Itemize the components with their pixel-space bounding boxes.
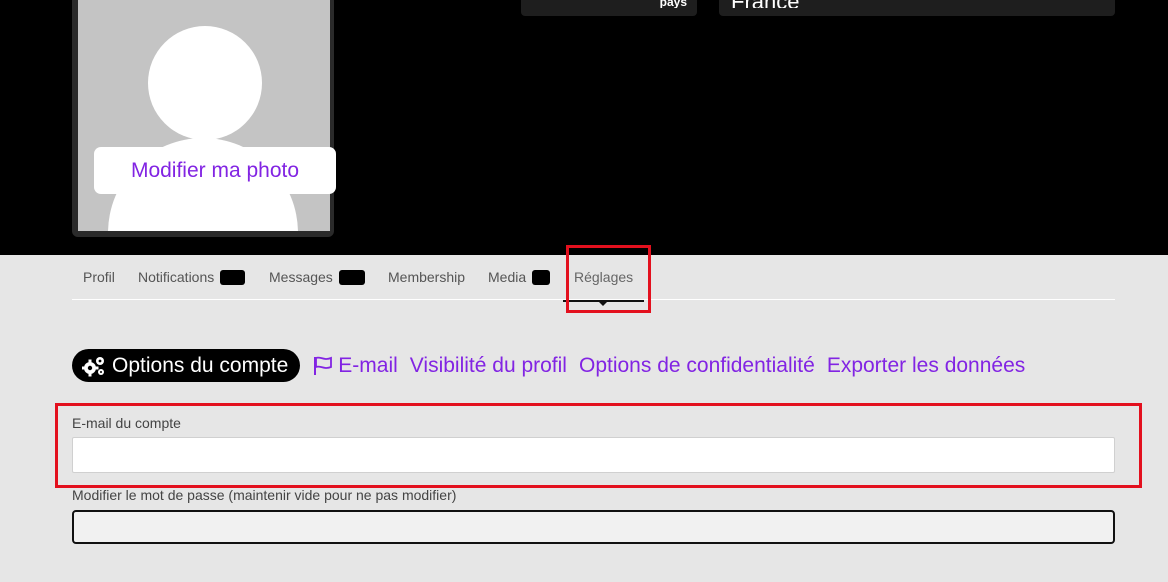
tab-label: Messages <box>269 269 333 285</box>
profile-tabs: Profil Notifications Messages Membership… <box>72 255 1115 302</box>
password-field-label: Modifier le mot de passe (maintenir vide… <box>72 487 457 503</box>
tab-label: Réglages <box>574 269 634 285</box>
tab-label: Media <box>488 269 527 285</box>
tab-profil[interactable]: Profil <box>72 255 126 299</box>
media-count-badge <box>532 269 551 285</box>
tab-messages[interactable]: Messages <box>258 255 376 299</box>
account-options-label: Options du compte <box>112 353 289 377</box>
email-field-label: E-mail du compte <box>72 415 181 431</box>
messages-count-badge <box>338 269 365 285</box>
email-link[interactable]: E-mail <box>312 354 398 378</box>
country-value: France <box>719 0 1115 8</box>
email-link-label: E-mail <box>338 353 398 377</box>
notifications-count-badge <box>220 269 246 285</box>
profile-visibility-link[interactable]: Visibilité du profil <box>410 354 567 378</box>
change-photo-button[interactable]: Modifier ma photo <box>94 147 336 194</box>
tab-label: Profil <box>83 269 115 285</box>
password-field[interactable] <box>72 510 1115 544</box>
avatar <box>78 0 330 231</box>
tab-label: Membership <box>388 269 466 285</box>
tab-label: Notifications <box>138 269 215 285</box>
export-data-link[interactable]: Exporter les données <box>827 354 1025 378</box>
tab-notifications[interactable]: Notifications <box>127 255 256 299</box>
gears-icon <box>82 356 104 376</box>
privacy-options-link[interactable]: Options de confidentialité <box>579 354 815 378</box>
settings-subnav: Options du compte E-mail Visibilité du p… <box>72 349 1025 382</box>
tabs-divider <box>72 299 1115 300</box>
email-field[interactable] <box>72 437 1115 473</box>
tab-membership[interactable]: Membership <box>377 255 476 299</box>
active-tab-caret-icon <box>597 300 609 306</box>
flag-icon <box>314 356 333 375</box>
account-options-tab[interactable]: Options du compte <box>72 349 301 382</box>
avatar-head-shape <box>148 26 262 140</box>
tab-settings[interactable]: Réglages <box>563 255 645 302</box>
tab-media[interactable]: Media <box>477 255 561 299</box>
country-label: pays <box>659 0 687 8</box>
